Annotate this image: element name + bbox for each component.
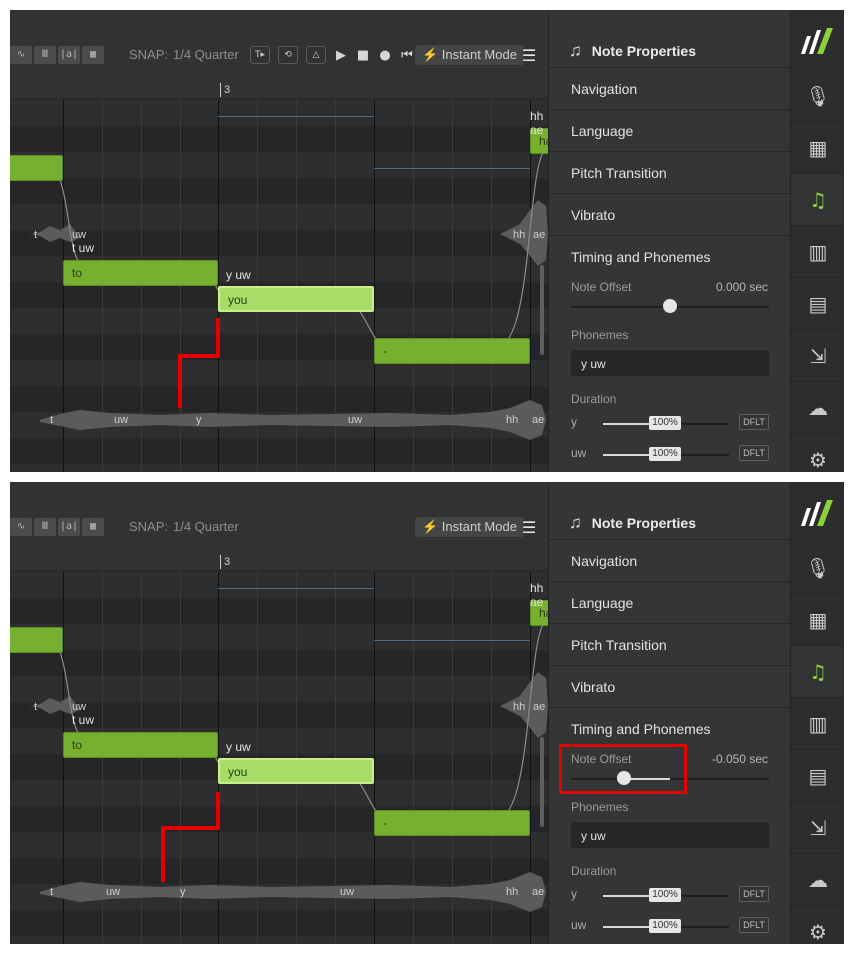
piano-roll[interactable]: ∿ Ⅲ |a| ▦ SNAP: 1/4 Quarter T▸ ⟲ △ ▶ ■ ●…	[10, 10, 548, 472]
panel-title: Note Properties	[591, 42, 696, 59]
render-export-icon[interactable]: ⇲	[791, 330, 844, 382]
duration-default-button[interactable]: DFLT	[739, 414, 769, 430]
section-navigation[interactable]: Navigation	[549, 540, 790, 582]
timing-annotation	[178, 318, 220, 408]
render-export-icon[interactable]: ⇲	[791, 802, 844, 854]
phonemes-label: Phonemes	[571, 800, 629, 814]
note-offset-highlight	[559, 744, 687, 794]
phonemes-label: Phonemes	[571, 328, 629, 342]
sidebar-rail: 🎙 ▦ ♫ ▥ ▤ ⇲ ☁ ⚙	[790, 482, 844, 944]
microphone-icon[interactable]: 🎙	[791, 70, 844, 122]
section-vibrato[interactable]: Vibrato	[549, 194, 790, 236]
gear-icon[interactable]: ⚙	[791, 434, 844, 472]
duration-phoneme: y	[571, 415, 577, 429]
synthv-logo-icon	[801, 28, 833, 54]
music-note-icon[interactable]: ♫	[791, 646, 844, 698]
duration-row: y 100% DFLT	[571, 414, 769, 432]
music-note-icon: ♫	[569, 40, 582, 60]
note-offset-label: Note Offset	[571, 280, 632, 294]
section-pitch-transition[interactable]: Pitch Transition	[549, 624, 790, 666]
cloud-check-icon[interactable]: ☁	[791, 854, 844, 906]
section-language[interactable]: Language	[549, 582, 790, 624]
panel-header: ♫ Note Properties	[549, 482, 790, 540]
clapperboard-icon[interactable]: ▦	[791, 122, 844, 174]
duration-label: Duration	[571, 864, 617, 878]
vertical-scrollbar[interactable]	[540, 265, 544, 355]
synthv-logo-icon	[801, 500, 833, 526]
music-note-icon[interactable]: ♫	[791, 174, 844, 226]
phonemes-input[interactable]: y uw	[571, 822, 769, 848]
duration-percent[interactable]: 100%	[649, 416, 681, 430]
sidebar-rail: 🎙 ▦ ♫ ▥ ▤ ⇲ ☁ ⚙	[790, 10, 844, 472]
note-properties-panel: ♫ Note Properties Navigation Language Pi…	[548, 10, 790, 472]
cloud-check-icon[interactable]: ☁	[791, 382, 844, 434]
vertical-scrollbar[interactable]	[540, 737, 544, 827]
gear-icon[interactable]: ⚙	[791, 906, 844, 944]
section-pitch-transition[interactable]: Pitch Transition	[549, 152, 790, 194]
duration-percent[interactable]: 100%	[649, 919, 681, 933]
section-timing-and-phonemes[interactable]: Timing and Phonemes	[549, 236, 790, 278]
music-note-icon: ♫	[569, 512, 582, 532]
clapperboard-icon[interactable]: ▦	[791, 594, 844, 646]
section-navigation[interactable]: Navigation	[549, 68, 790, 110]
note-offset-value[interactable]: -0.050 sec	[712, 752, 768, 766]
duration-row: uw 100% DFLT	[571, 445, 769, 463]
phonemes-input[interactable]: y uw	[571, 350, 769, 376]
duration-default-button[interactable]: DFLT	[739, 917, 769, 933]
duration-label: Duration	[571, 392, 617, 406]
piano-roll[interactable]: ∿ Ⅲ |a| ▦ SNAP: 1/4 Quarter ⚡ Instant Mo…	[10, 482, 548, 944]
duration-percent[interactable]: 100%	[649, 447, 681, 461]
library-icon[interactable]: ▥	[791, 698, 844, 750]
book-icon[interactable]: ▤	[791, 750, 844, 802]
timing-annotation	[161, 792, 220, 882]
duration-default-button[interactable]: DFLT	[739, 886, 769, 902]
duration-row: uw 100% DFLT	[571, 917, 769, 935]
duration-percent[interactable]: 100%	[649, 888, 681, 902]
duration-phoneme: y	[571, 887, 577, 901]
duration-phoneme: uw	[571, 918, 587, 932]
duration-row: y 100% DFLT	[571, 886, 769, 904]
microphone-icon[interactable]: 🎙	[791, 542, 844, 594]
section-vibrato[interactable]: Vibrato	[549, 666, 790, 708]
note-properties-panel: ♫ Note Properties Navigation Language Pi…	[548, 482, 790, 944]
section-language[interactable]: Language	[549, 110, 790, 152]
note-offset-value[interactable]: 0.000 sec	[716, 280, 768, 294]
panel-title: Note Properties	[591, 514, 696, 531]
duration-phoneme: uw	[571, 446, 587, 460]
note-offset-knob[interactable]	[663, 299, 677, 313]
panel-header: ♫ Note Properties	[549, 10, 790, 68]
library-icon[interactable]: ▥	[791, 226, 844, 278]
duration-default-button[interactable]: DFLT	[739, 445, 769, 461]
book-icon[interactable]: ▤	[791, 278, 844, 330]
editor-screenshot-after: ∿ Ⅲ |a| ▦ SNAP: 1/4 Quarter ⚡ Instant Mo…	[10, 482, 844, 944]
editor-screenshot-before: ∿ Ⅲ |a| ▦ SNAP: 1/4 Quarter T▸ ⟲ △ ▶ ■ ●…	[10, 10, 844, 472]
